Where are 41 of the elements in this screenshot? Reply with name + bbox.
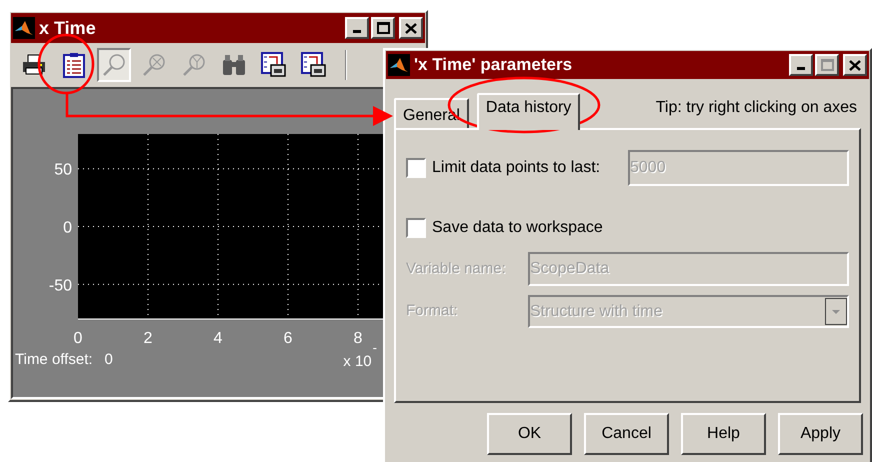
- maximize-icon: [820, 59, 834, 71]
- tab[interactable]: Data history: [476, 93, 580, 130]
- window-title: 'x Time' parameters: [414, 54, 574, 76]
- maximize-button[interactable]: [371, 17, 395, 39]
- x-tick-label: 8: [354, 330, 362, 347]
- minimize-button[interactable]: [789, 54, 813, 76]
- save-axes-icon[interactable]: [261, 52, 287, 78]
- time-offset-label: Time offset:: [15, 350, 93, 370]
- window-title: x Time: [39, 16, 97, 40]
- logo-icon: [13, 17, 35, 39]
- minimize-button[interactable]: [345, 17, 369, 39]
- binoculars-icon[interactable]: [221, 54, 247, 76]
- dialog-button[interactable]: Apply: [778, 413, 863, 455]
- x-tick-label: 4: [214, 330, 222, 347]
- minimize-icon: [353, 30, 361, 33]
- maximize-icon: [376, 22, 390, 34]
- checkbox[interactable]: [406, 218, 426, 238]
- highlight-circle: [38, 34, 94, 94]
- tip-text: Tip: try right clicking on axes: [656, 98, 857, 118]
- save-to-workspace-label: Save data to workspace: [432, 218, 603, 238]
- logo-icon: [388, 54, 410, 76]
- printer-icon[interactable]: [22, 54, 46, 76]
- clipboard-icon[interactable]: [62, 52, 86, 78]
- close-icon: [849, 60, 861, 70]
- x-tick-label: 6: [284, 330, 292, 347]
- close-icon: [405, 22, 417, 34]
- x-tick-label: 2: [144, 330, 152, 347]
- y-tick-label: 0: [63, 220, 72, 236]
- y-tick-label: -50: [48, 277, 72, 294]
- limit-points-label: Limit data points to last:: [432, 158, 602, 178]
- x-tick-label: 0: [74, 330, 82, 347]
- close-button[interactable]: [843, 54, 867, 76]
- y-tick-label: 50: [54, 162, 72, 179]
- time-offset-value: 0: [104, 350, 113, 370]
- dialog-button[interactable]: OK: [487, 413, 572, 455]
- maximize-button[interactable]: [815, 54, 839, 76]
- restore-axes-icon[interactable]: [301, 52, 327, 78]
- close-button[interactable]: [399, 17, 423, 39]
- minimize-icon: [797, 67, 805, 70]
- dialog-button[interactable]: Cancel: [584, 413, 669, 455]
- dialog-button[interactable]: Help: [681, 413, 766, 455]
